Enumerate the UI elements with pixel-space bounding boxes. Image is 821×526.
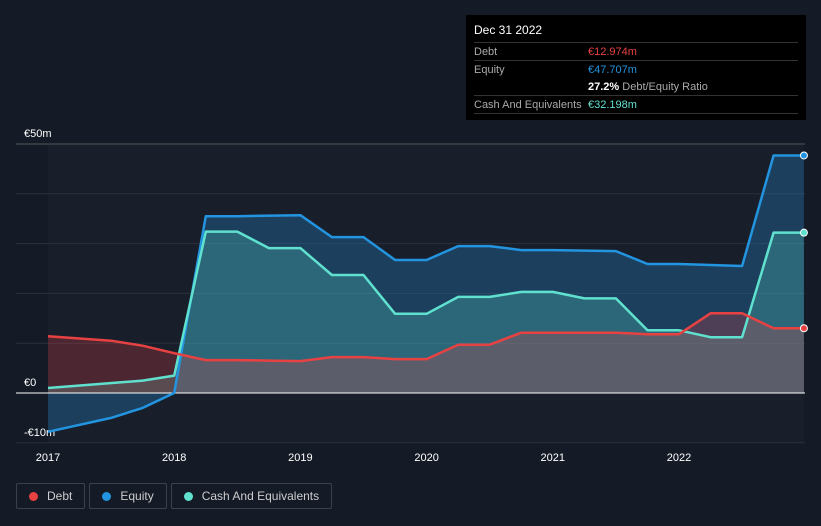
equity-dot-icon [102,491,112,501]
tooltip-equity-label: Equity [474,63,505,76]
endpoint-debt [799,324,808,333]
legend: Debt Equity Cash And Equivalents [16,483,333,509]
x-tick-label: 2020 [414,452,438,464]
legend-cash[interactable]: Cash And Equivalents [170,483,333,509]
x-tick-label: 2019 [288,452,312,464]
endpoint-equity [799,151,808,160]
legend-debt[interactable]: Debt [16,483,86,509]
endpoint-cash-and-equivalents [799,228,808,237]
tooltip-date: Dec 31 2022 [474,23,543,37]
debt-dot-icon [29,491,38,501]
cash-dot-icon [183,491,193,501]
x-tick-label: 2018 [162,452,186,464]
tooltip-debt-label: Debt [474,45,498,58]
tooltip-equity-value: €47.707m [588,63,637,76]
tooltip-ratio-value: 27.2% [588,80,620,93]
tooltip-cash-value: €32.198m [588,98,637,111]
y-tick-label: €0 [24,377,36,389]
tooltip-debt-value: €12.974m [588,45,637,58]
tooltip-ratio-label: Debt/Equity Ratio [622,80,708,93]
x-tick-label: 2017 [36,452,60,464]
x-tick-label: 2021 [541,452,565,464]
tooltip-cash-label: Cash And Equivalents [474,98,582,111]
tooltip: Dec 31 2022 Debt €12.974m Equity €47.707m … [466,15,806,120]
x-tick-label: 2022 [667,452,691,464]
legend-equity[interactable]: Equity [89,483,167,509]
y-tick-label: €50m [24,128,52,140]
